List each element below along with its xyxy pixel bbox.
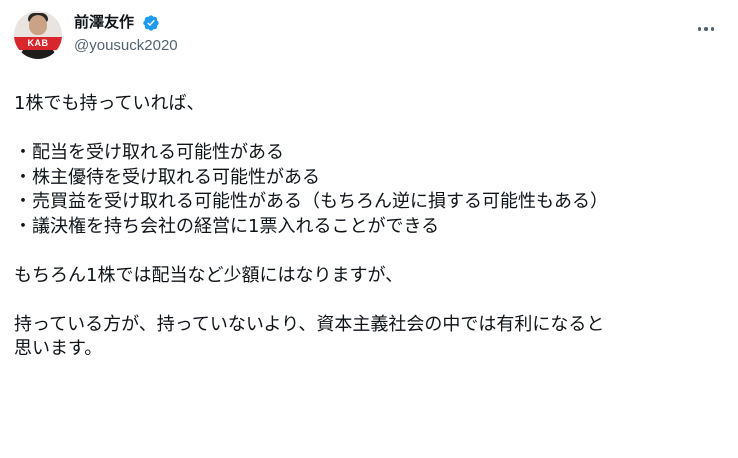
avatar[interactable]: KAB <box>14 11 62 59</box>
tweet-line: ・株主優待を受け取れる可能性がある <box>14 166 320 188</box>
tweet-line: 持っている方が、持っていないより、資本主義社会の中では有利になると <box>14 313 605 335</box>
dot <box>697 27 702 31</box>
tweet-line <box>14 288 726 313</box>
dot <box>710 27 715 31</box>
author-handle[interactable]: @yousuck2020 <box>74 36 178 56</box>
tweet-line: ・議決権を持ち会社の経営に1票入れることができる <box>14 215 440 237</box>
avatar-badge-text: KAB <box>27 38 49 48</box>
more-dots-icon[interactable] <box>694 19 718 39</box>
tweet-line: 思います。 <box>14 338 103 359</box>
tweet-line: 1株でも持っていれば、 <box>14 93 205 114</box>
dot <box>704 27 708 31</box>
tweet-line: もちろん1株では配当など少額にはなりますが、 <box>14 264 404 286</box>
tweet-line <box>14 117 726 142</box>
tweet-line: ・配当を受け取れる可能性がある <box>14 142 284 163</box>
tweet-header: KAB 前澤友作 @yousuck2020 <box>14 11 724 61</box>
verified-badge-icon <box>143 14 159 31</box>
tweet-text: 1株でも持っていれば、 ・配当を受け取れる可能性がある ・株主優待を受け取れる可… <box>14 92 726 362</box>
tweet-line <box>14 239 726 264</box>
tweet-line: ・売買益を受け取れる可能性がある（もちろん逆に損する可能性もある） <box>14 191 608 212</box>
display-name[interactable]: 前澤友作 <box>74 13 134 33</box>
avatar-face <box>29 15 47 35</box>
author-info: 前澤友作 @yousuck2020 <box>74 12 178 56</box>
